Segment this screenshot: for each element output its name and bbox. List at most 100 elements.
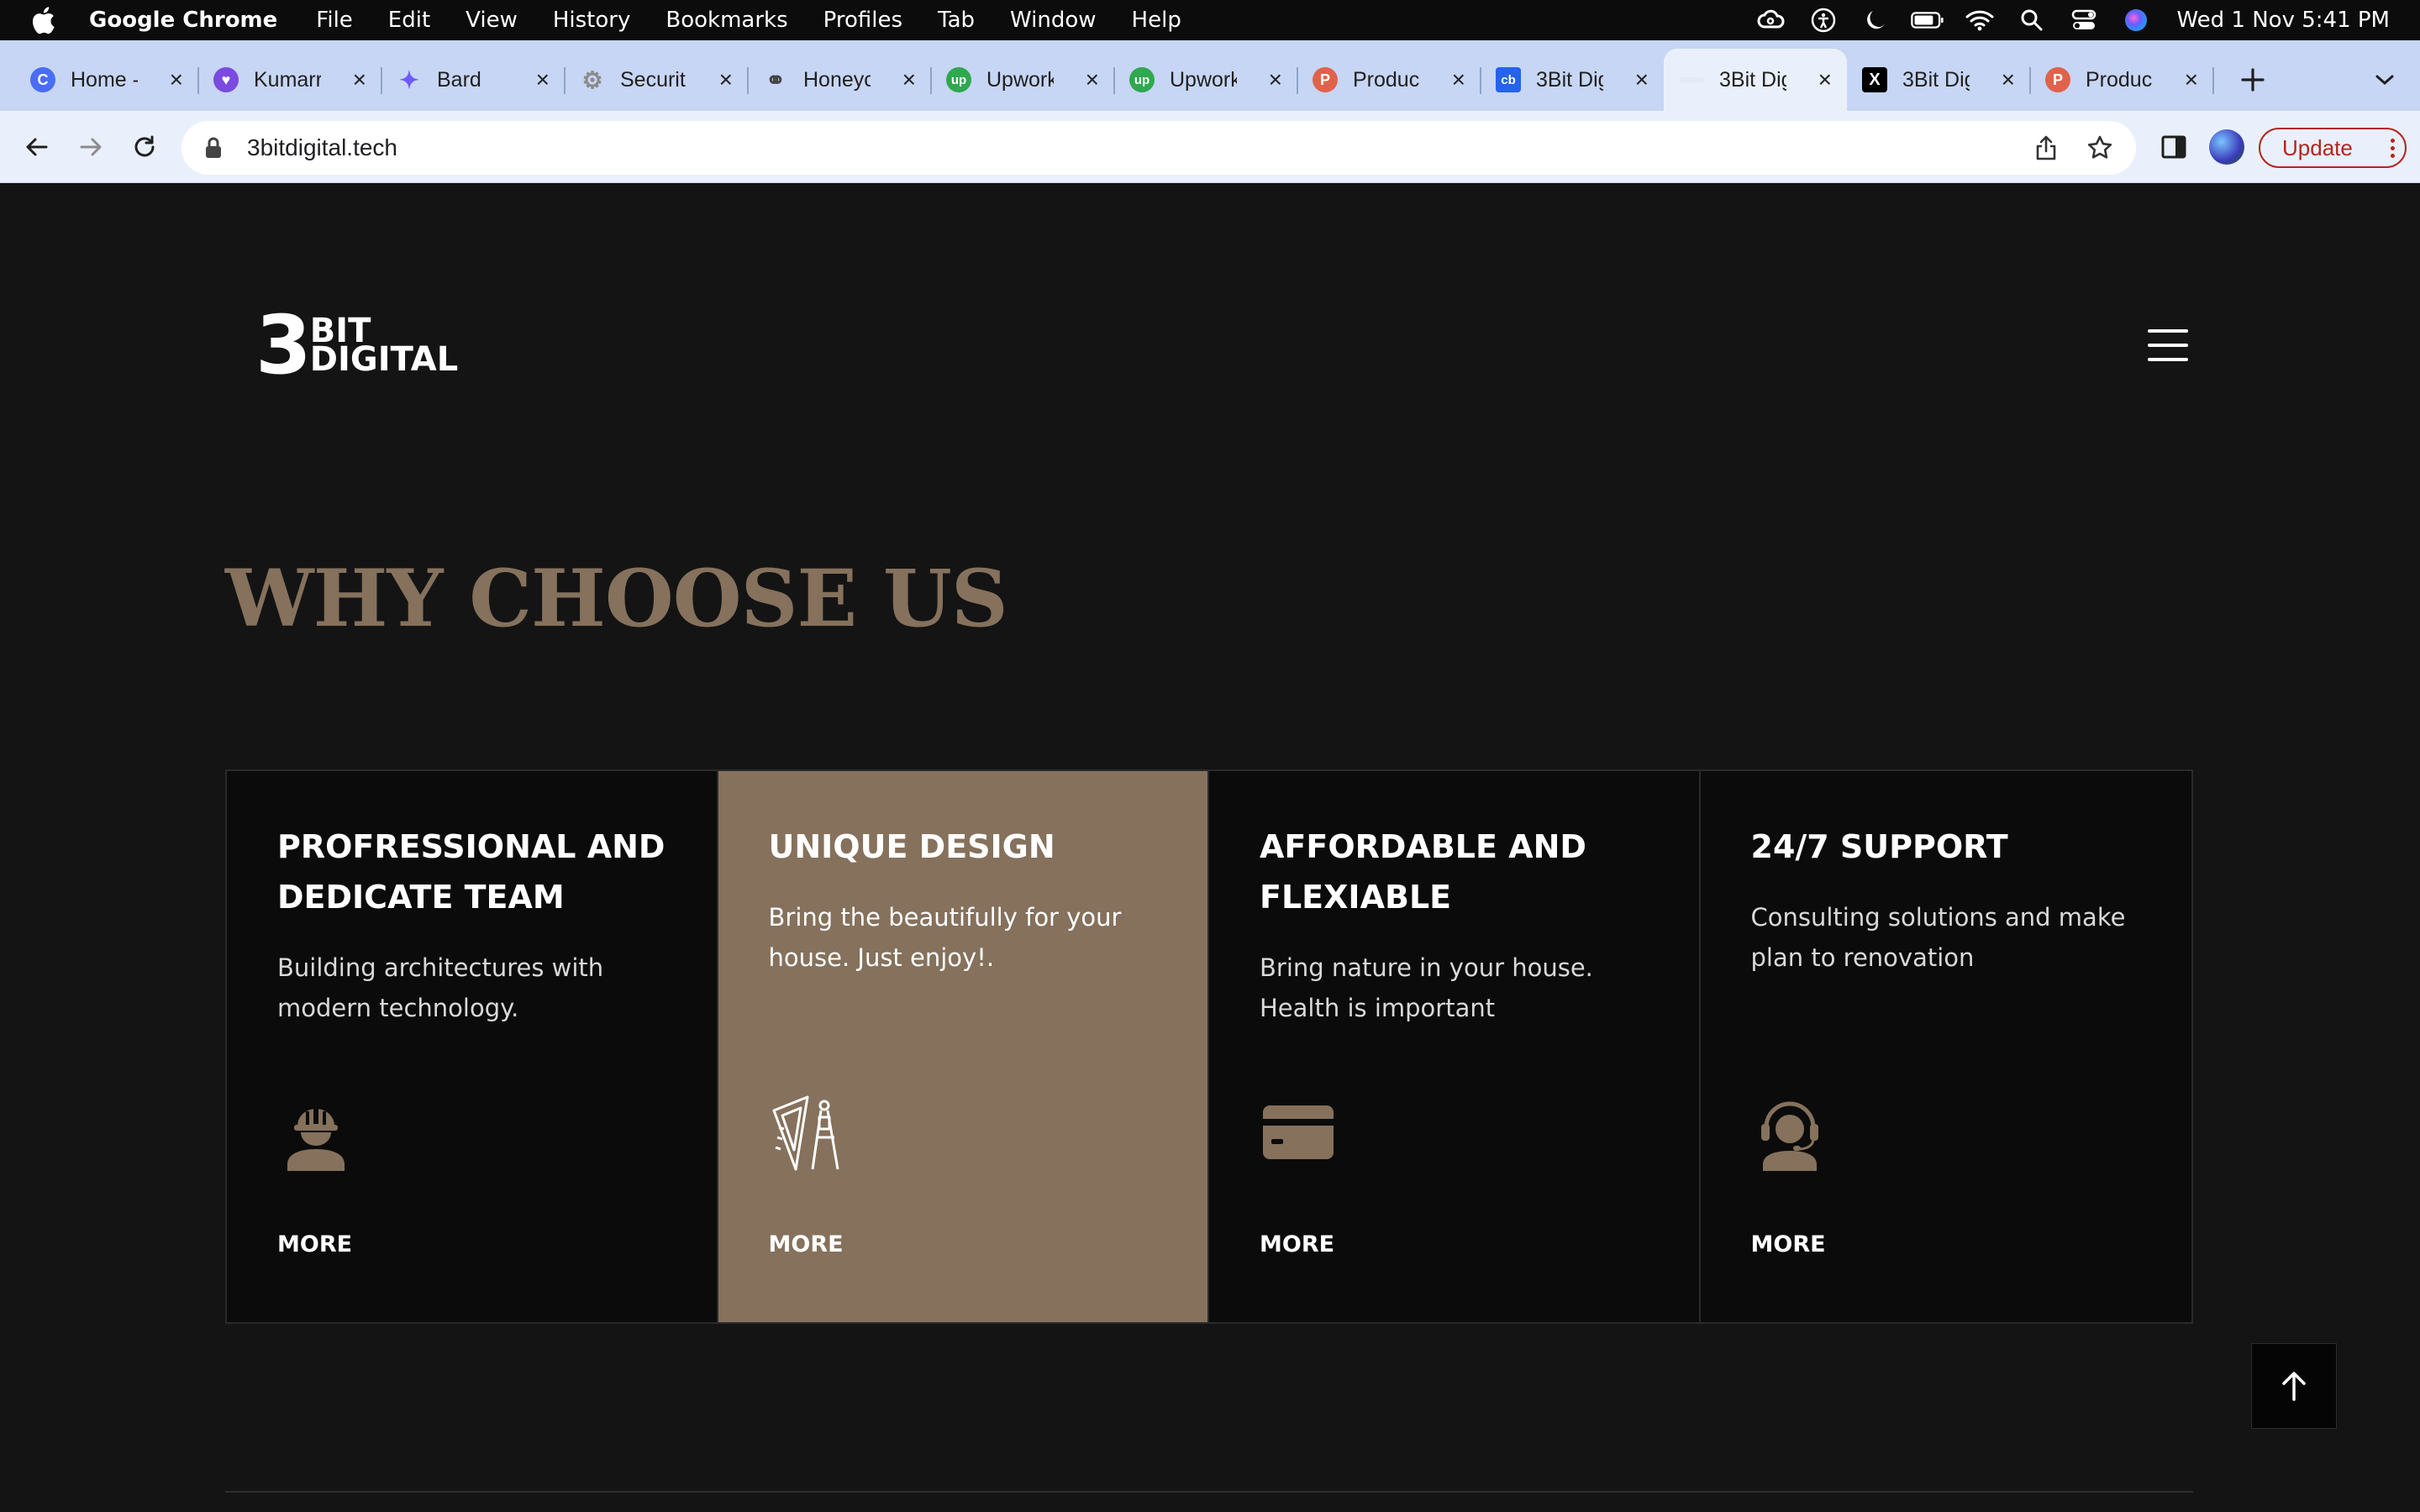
tab-upwork-1[interactable]: up Upwork × <box>931 55 1115 104</box>
logo-line-2: DIGITAL <box>309 340 459 379</box>
close-icon[interactable]: × <box>719 66 733 93</box>
tab-3bit-x[interactable]: X 3Bit Dig × <box>1847 55 2031 104</box>
arrow-up-icon <box>2282 1372 2306 1401</box>
scroll-to-top-button[interactable] <box>2251 1343 2337 1429</box>
more-link[interactable]: MORE <box>1260 1231 1334 1257</box>
gear-icon: ⚙ <box>581 66 603 93</box>
producthunt-icon: P <box>2045 67 2070 92</box>
arrow-right-icon <box>80 138 102 156</box>
menu-profiles[interactable]: Profiles <box>823 8 902 33</box>
menu-tab[interactable]: Tab <box>938 8 975 33</box>
feature-card-affordable: AFFORDABLE AND FLEXIABLE Bring nature in… <box>1209 771 1701 1322</box>
tab-label: Upwork <box>1170 67 1237 92</box>
tab-label: Kumarr <box>254 67 321 92</box>
menu-history[interactable]: History <box>553 8 631 33</box>
tab-label: Upwork <box>986 67 1054 92</box>
tab-product-1[interactable]: P Produc × <box>1297 55 1481 104</box>
tab-kumarr[interactable]: ♥ Kumarr × <box>198 55 382 104</box>
forward-button[interactable] <box>71 127 111 167</box>
siri-icon[interactable] <box>2119 3 2153 37</box>
menu-app-name[interactable]: Google Chrome <box>89 8 277 33</box>
close-icon[interactable]: × <box>1818 66 1832 93</box>
share-icon[interactable] <box>2027 129 2065 167</box>
feature-description: Bring nature in your house. Health is im… <box>1260 953 1593 1022</box>
feature-title: UNIQUE DESIGN <box>768 828 1055 865</box>
url-text[interactable]: 3bitdigital.tech <box>247 134 397 161</box>
arrow-left-icon <box>26 138 48 156</box>
hamburger-menu-icon[interactable] <box>2148 329 2188 361</box>
worker-helmet-icon <box>277 1094 355 1171</box>
close-icon[interactable]: × <box>2185 66 2198 93</box>
feature-card-support: 24/7 SUPPORT Consulting solutions and ma… <box>1700 771 2191 1322</box>
more-link[interactable]: MORE <box>277 1231 352 1257</box>
crunchbase-icon: cb <box>1496 67 1521 92</box>
sparkle-icon: ✦ <box>399 66 419 93</box>
new-tab-button[interactable] <box>2233 55 2272 104</box>
tab-label: Produc <box>1353 67 1420 92</box>
close-icon[interactable]: × <box>1086 66 1099 93</box>
control-center-icon[interactable] <box>2067 3 2101 37</box>
wifi-icon[interactable] <box>1963 3 1996 37</box>
reload-button[interactable] <box>124 127 165 167</box>
battery-icon[interactable] <box>1911 3 1944 37</box>
menu-help[interactable]: Help <box>1132 8 1181 33</box>
address-bar[interactable]: 3bitdigital.tech <box>182 121 2136 175</box>
tab-favicon: ♥ <box>213 67 239 92</box>
reload-icon <box>134 135 155 157</box>
accessibility-icon[interactable] <box>1807 3 1840 37</box>
logo-wordmark: BIT DIGITAL <box>309 314 459 379</box>
close-icon[interactable]: × <box>1452 66 1465 93</box>
tab-3bit-crunchbase[interactable]: cb 3Bit Dig × <box>1481 55 1664 104</box>
feature-title: PROFRESSIONAL AND DEDICATE TEAM <box>277 828 666 916</box>
update-button[interactable]: Update <box>2259 128 2407 168</box>
close-icon[interactable]: × <box>536 66 550 93</box>
apple-icon[interactable] <box>30 6 64 34</box>
menu-window[interactable]: Window <box>1010 8 1097 33</box>
moon-icon[interactable] <box>1859 3 1892 37</box>
headset-support-icon <box>1751 1094 1828 1171</box>
tab-label: Home - <box>71 67 138 92</box>
tab-3bit-active[interactable]: 3Bit Dig × <box>1664 49 1847 111</box>
back-button[interactable] <box>17 127 57 167</box>
feature-card-design: UNIQUE DESIGN Bring the beautifully for … <box>718 771 1209 1322</box>
bookmark-star-icon[interactable] <box>2081 129 2119 167</box>
menu-view[interactable]: View <box>466 8 518 33</box>
feature-description: Building architectures with modern techn… <box>277 953 604 1022</box>
close-icon[interactable]: × <box>2002 66 2015 93</box>
site-logo[interactable]: 3 BIT DIGITAL <box>255 298 459 392</box>
search-icon[interactable] <box>2015 3 2049 37</box>
tab-label: Bard <box>437 67 481 92</box>
tab-home[interactable]: C Home - × <box>15 55 199 104</box>
feature-title: 24/7 SUPPORT <box>1750 828 2008 865</box>
tab-search-button[interactable] <box>2368 55 2402 104</box>
menu-edit[interactable]: Edit <box>388 8 430 33</box>
menu-file[interactable]: File <box>316 8 353 33</box>
menu-bookmarks[interactable]: Bookmarks <box>666 8 787 33</box>
profile-avatar[interactable] <box>2209 129 2244 165</box>
tab-upwork-2[interactable]: up Upwork × <box>1114 55 1298 104</box>
tab-label: 3Bit Dig <box>1536 67 1603 92</box>
tab-security[interactable]: ⚙ Securit × <box>565 55 749 104</box>
close-icon[interactable]: × <box>170 66 183 93</box>
menubar-status-area: Wed 1 Nov 5:41 PM <box>1736 3 2390 37</box>
close-icon[interactable]: × <box>902 66 916 93</box>
creative-cloud-icon[interactable] <box>1754 3 1788 37</box>
more-link[interactable]: MORE <box>1751 1231 1826 1257</box>
menubar-clock[interactable]: Wed 1 Nov 5:41 PM <box>2176 8 2390 33</box>
side-panel-button[interactable] <box>2154 127 2194 167</box>
close-icon[interactable]: × <box>1635 66 1649 93</box>
tab-bard[interactable]: ✦ Bard × <box>381 55 566 104</box>
close-icon[interactable]: × <box>1269 66 1282 93</box>
plus-icon <box>2241 68 2265 92</box>
web-page: 3 BIT DIGITAL WHY CHOOSE US PROFRESSIONA… <box>0 183 2420 1512</box>
tab-favicon: C <box>30 67 55 92</box>
close-icon[interactable]: × <box>353 66 366 93</box>
tab-label: Produc <box>2086 67 2153 92</box>
tab-honeycomb[interactable]: ⚭ Honeyc × <box>748 55 932 104</box>
more-link[interactable]: MORE <box>769 1231 844 1257</box>
lock-icon[interactable] <box>205 137 229 159</box>
producthunt-icon: P <box>1313 67 1338 92</box>
tab-product-2[interactable]: P Produc × <box>2030 55 2214 104</box>
section-divider <box>225 1491 2193 1493</box>
logo-number: 3 <box>255 298 312 392</box>
